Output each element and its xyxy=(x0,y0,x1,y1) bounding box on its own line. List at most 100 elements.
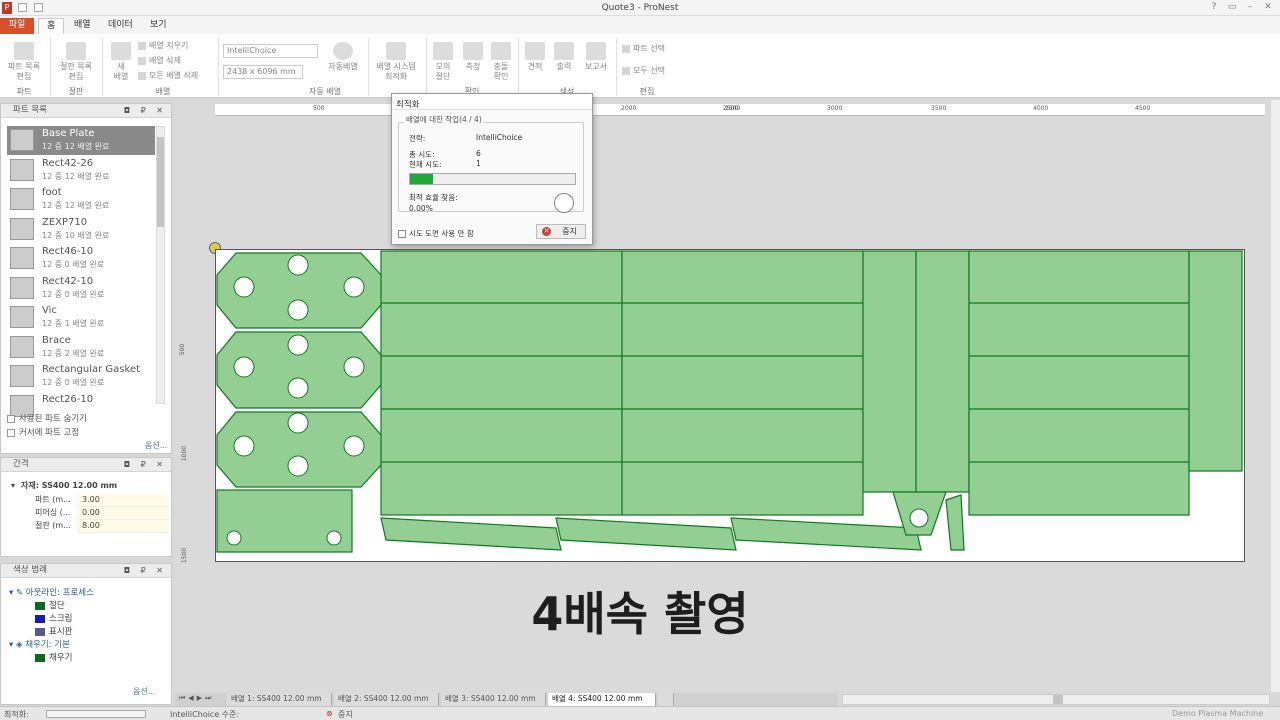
status-circle-icon xyxy=(554,193,574,213)
part-status: 12 중 0 배열 완료 xyxy=(42,378,105,387)
nest-optimize-button[interactable]: 배열 시스템 최적화 xyxy=(372,42,420,82)
minimize-icon[interactable]: – xyxy=(1244,2,1256,13)
part-list-item[interactable]: foot 12 중 12 배열 완료 xyxy=(7,185,155,214)
brace-part xyxy=(380,517,562,551)
ribbon-tabs: 파일 홈 배열 데이터 보기 xyxy=(0,16,1280,34)
auto-nest-button[interactable]: 자동배열 xyxy=(324,42,362,72)
collision-check-button[interactable]: 충돌 확인 xyxy=(488,42,514,82)
panel-pin-close-icon[interactable]: ◘ ₽ ✕ xyxy=(124,564,167,577)
help-icon[interactable]: ? xyxy=(1208,2,1220,13)
ribbon: 파트 목록 편집 파트 절판 목록 편집 절판 새 배열 배열 지우기 배열 삭… xyxy=(0,34,1280,98)
nest-drawing xyxy=(216,250,1243,553)
best-value: 0.00% xyxy=(409,204,433,213)
title-bar: P Quote3 - ProNest ? ▭ – ✕ xyxy=(0,0,1280,16)
part-status: 12 중 0 배열 완료 xyxy=(42,289,105,299)
strategy-select[interactable]: IntelliChoice xyxy=(223,44,318,58)
all-nest-delete-button[interactable]: 모든 배열 삭제 xyxy=(138,71,198,81)
group-nest: 배열 xyxy=(155,87,171,96)
tab-file[interactable]: 파일 xyxy=(0,18,34,34)
close-icon[interactable]: ✕ xyxy=(1262,2,1274,13)
hide-used-checkbox[interactable]: 사용된 파트 숨기기 xyxy=(7,412,87,424)
parts-options-link[interactable]: 옵션... xyxy=(145,440,167,451)
simulate-cut-button[interactable]: 모의 절단 xyxy=(430,42,456,82)
select-all-button[interactable]: 모두 선택 xyxy=(622,66,665,76)
panel-pin-close-icon[interactable]: ◘ ₽ ✕ xyxy=(124,104,167,117)
restore-icon[interactable]: ▭ xyxy=(1226,2,1238,13)
dialog-title: 최적화 xyxy=(392,94,592,110)
tab-data[interactable]: 데이터 xyxy=(100,18,141,34)
part-name: Rect42-10 xyxy=(42,275,94,287)
material-row: ▾ 자재: SS400 12.00 mm xyxy=(11,481,118,490)
best-label: 최적 효율 찾음: xyxy=(409,193,458,202)
tab-nest[interactable]: 배열 xyxy=(66,18,99,34)
sheet-size-select[interactable]: 2438 x 6096 mm xyxy=(223,65,303,79)
parts-scrollbar[interactable] xyxy=(156,126,165,404)
vertical-scrollbar[interactable] xyxy=(1271,100,1280,692)
brace-part xyxy=(555,517,737,551)
stop-button[interactable]: ✕ 중지 xyxy=(536,224,586,239)
measure-button[interactable]: 측정 xyxy=(460,42,486,72)
part-status: 12 중 0 배열 완료 xyxy=(42,260,105,269)
rect-part-block-3 xyxy=(968,250,1190,516)
nest-tab-4[interactable]: 배열 4: SS400 12.00 mm xyxy=(548,693,656,706)
part-list-item[interactable]: Rect42-10 12 중 0 배열 완료 xyxy=(7,274,155,303)
rect-part-tall-1 xyxy=(862,250,917,493)
part-list-item[interactable]: Rect42-26 12 중 12 배열 완료 xyxy=(7,156,155,185)
new-tab-icon[interactable] xyxy=(658,693,674,706)
optimize-dialog: 최적화 배열에 대한 작업(4 / 4) 전략: IntelliChoice 총… xyxy=(391,93,593,245)
part-list-item[interactable]: Brace 12 중 2 배열 완료 xyxy=(7,333,155,362)
legend-options-link[interactable]: 옵션... xyxy=(133,686,155,697)
panel-pin-close-icon[interactable]: ◘ ₽ ✕ xyxy=(124,458,167,471)
nest-erase-button[interactable]: 배열 지우기 xyxy=(138,41,188,51)
group-auto-nest: 자동 배열 xyxy=(309,87,341,96)
part-name: Rect46-10 xyxy=(42,246,94,257)
spacing-row-pierce[interactable]: 피어싱 (... 0.00 xyxy=(7,507,169,520)
strategy-value: IntelliChoice xyxy=(476,133,523,142)
tab-home[interactable]: 홈 xyxy=(38,18,65,34)
report-button[interactable]: 보고서 xyxy=(580,42,612,72)
current-label: 현재 시도: xyxy=(409,160,442,169)
parts-list-edit-button[interactable]: 파트 목록 편집 xyxy=(4,42,44,82)
horizontal-scrollbar[interactable] xyxy=(842,694,1270,705)
part-thumbnail-icon xyxy=(10,158,34,181)
sheet[interactable] xyxy=(215,249,1245,562)
nest-delete-button[interactable]: 배열 삭제 xyxy=(138,56,181,66)
window-title: Quote3 - ProNest xyxy=(601,3,679,13)
output-button[interactable]: 출력 xyxy=(551,42,577,72)
parts-panel: 파트 목록 ◘ ₽ ✕ Base Plate 12 중 12 배열 완료 Rect42… xyxy=(0,103,172,454)
tab-view[interactable]: 보기 xyxy=(142,18,175,34)
cut-list-edit-button[interactable]: 절판 목록 편집 xyxy=(56,42,96,82)
part-thumbnail-icon xyxy=(10,335,34,358)
status-stop-icon[interactable]: ⊗ xyxy=(326,709,333,718)
new-nest-button[interactable]: 새 배열 xyxy=(106,42,136,82)
part-name: foot xyxy=(42,187,62,198)
estimate-button[interactable]: 견적 xyxy=(522,42,548,72)
spacing-panel: 간격 ◘ ₽ ✕ ▾ 자재: SS400 12.00 mm 파트 (m... 3.00… xyxy=(0,457,172,557)
brace-part xyxy=(730,517,922,551)
spacing-row-sheet[interactable]: 절판 (m... 8.00 xyxy=(7,520,169,533)
part-name: Brace xyxy=(42,334,71,346)
parts-panel-header: 파트 목록 ◘ ₽ ✕ xyxy=(1,104,171,118)
speed-overlay-caption: 4배속 촬영 xyxy=(531,587,749,641)
part-select-button[interactable]: 파트 선택 xyxy=(622,44,665,54)
nest-tab-2[interactable]: 배열 2: SS400 12.00 mm xyxy=(334,693,439,706)
part-list-item[interactable]: Rect46-10 12 중 0 배열 완료 xyxy=(7,244,155,273)
status-bar: 최적화: IntelliChoice 수준: ⊗ 중지 Demo Plasma … xyxy=(0,706,1280,720)
spacing-row-part[interactable]: 파트 (m... 3.00 xyxy=(7,494,169,507)
part-list-item[interactable]: ZEXP710 12 중 10 배열 완료 xyxy=(7,215,155,244)
part-thumbnail-icon xyxy=(10,217,34,240)
nest-tab-1[interactable]: 배열 1: SS400 12.00 mm xyxy=(227,693,332,706)
tab-nav-icon[interactable]: ⏮◀▶⏭ xyxy=(179,694,214,703)
part-name: Base Plate xyxy=(42,128,95,139)
part-list-item[interactable]: Base Plate 12 중 12 배열 완료 xyxy=(7,126,155,155)
fix-to-cursor-checkbox[interactable]: 커서에 파트 고정 xyxy=(7,426,79,438)
part-status: 12 중 12 배열 완료 xyxy=(42,201,110,210)
stop-icon: ✕ xyxy=(542,227,551,236)
part-list-item[interactable]: Vic 12 중 1 배열 완료 xyxy=(7,303,155,332)
horizontal-ruler: 50010001500200025003000350040004500 xyxy=(215,104,1265,116)
status-stop-label[interactable]: 중지 xyxy=(338,709,353,720)
no-sheet-checkbox[interactable]: 시도 도면 사용 안 함 xyxy=(398,228,474,239)
vertical-ruler: 500 1000 1500 xyxy=(179,343,189,564)
part-list-item[interactable]: Rectangular Gasket 12 중 0 배열 완료 xyxy=(7,362,155,391)
nest-tab-3[interactable]: 배열 3: SS400 12.00 mm xyxy=(441,693,546,706)
